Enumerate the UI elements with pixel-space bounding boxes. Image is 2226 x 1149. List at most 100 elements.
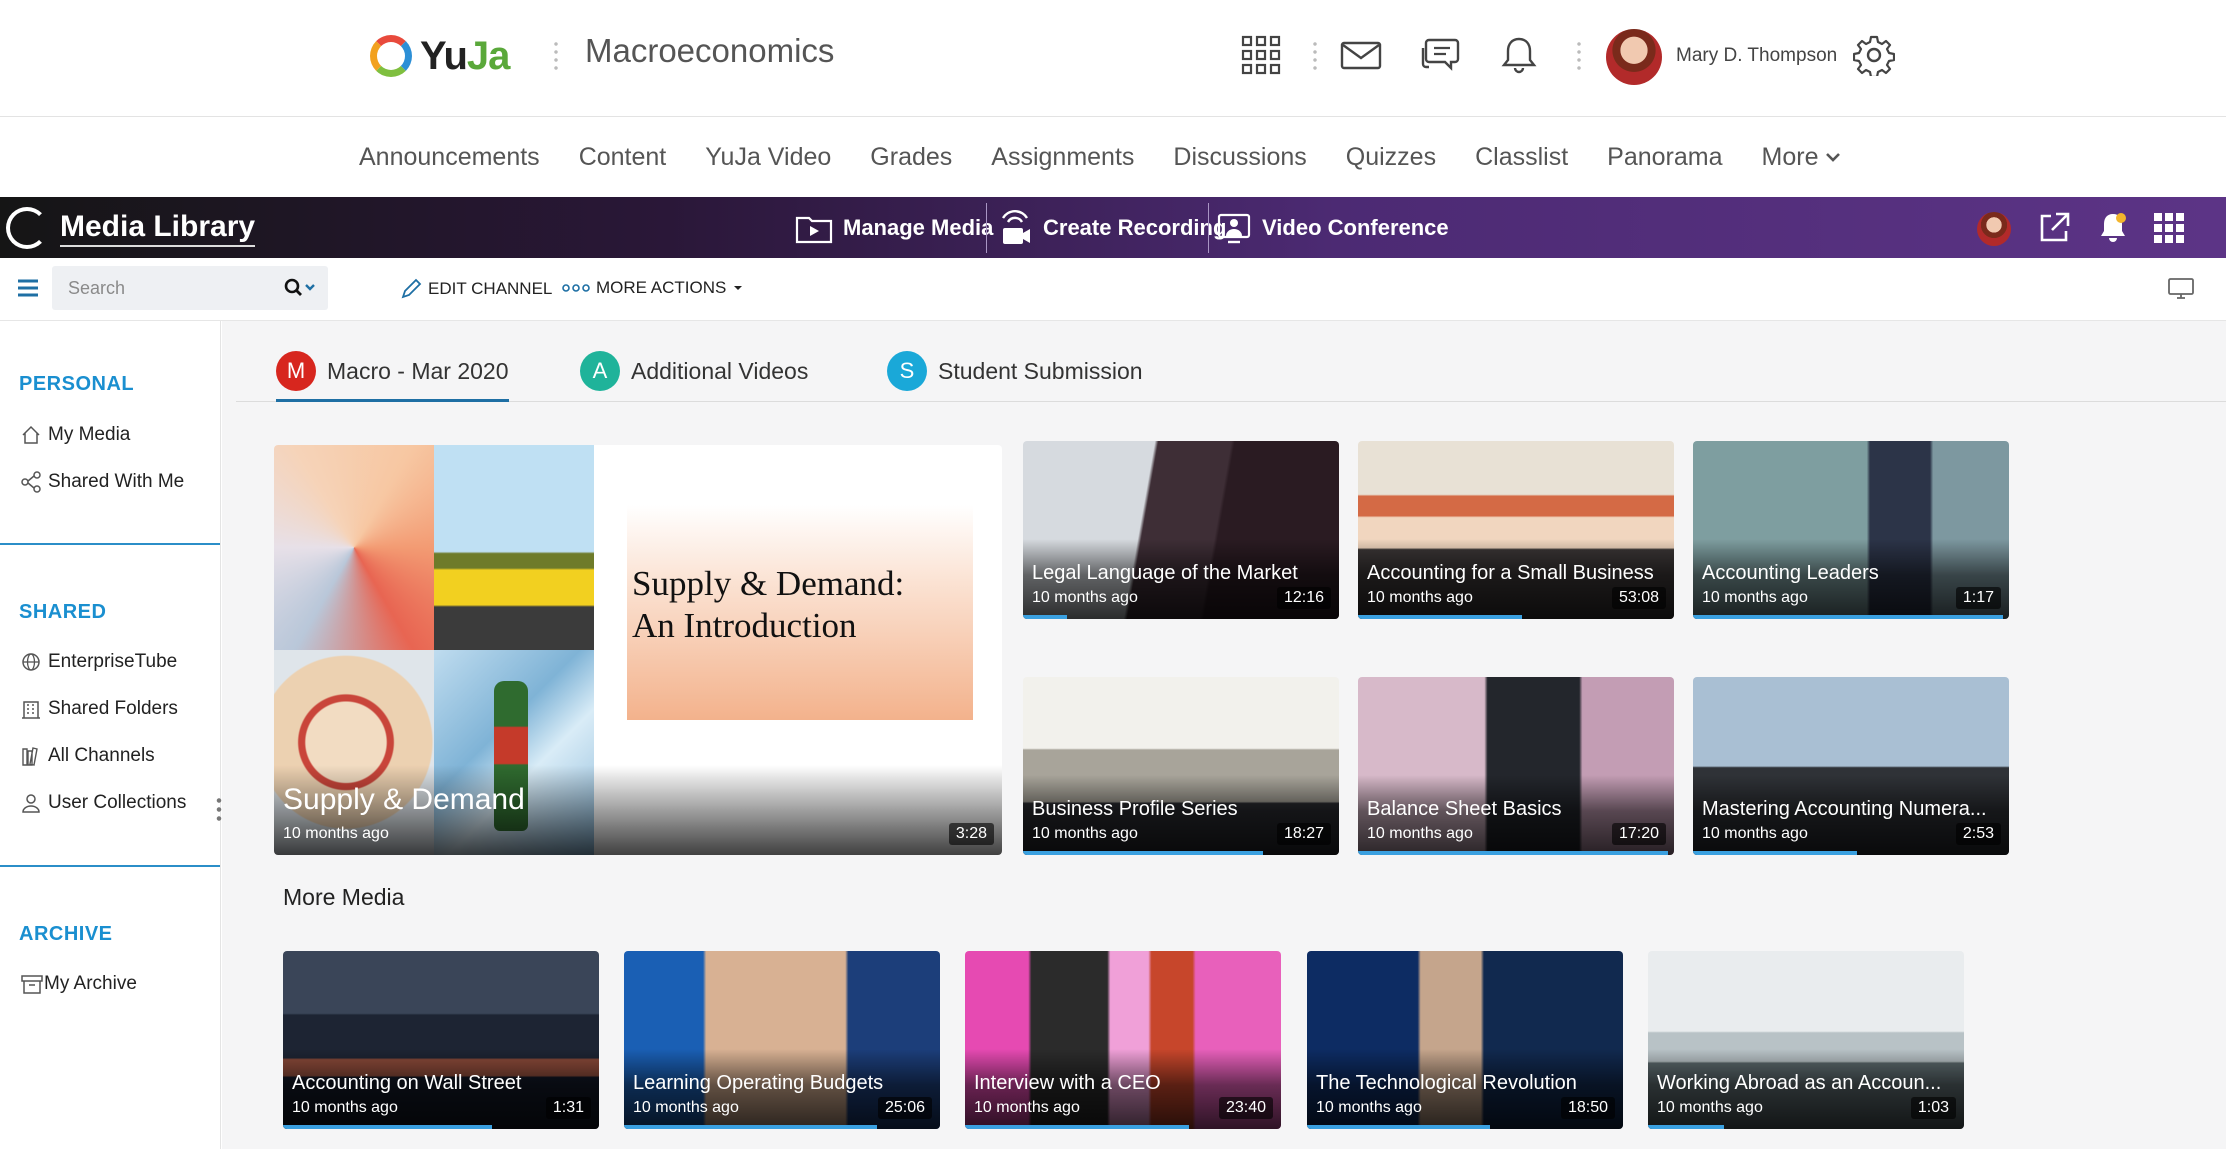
yuja-user-avatar[interactable]	[1977, 212, 2011, 246]
sidebar-item-my-archive[interactable]: My Archive	[20, 973, 137, 995]
tab-label: Macro - Mar 2020	[327, 357, 509, 384]
more-media-heading: More Media	[283, 884, 405, 910]
hamburger-menu-icon[interactable]	[17, 278, 39, 298]
sidebar-item-my-media[interactable]: My Media	[20, 424, 130, 446]
nav-content[interactable]: Content	[579, 143, 667, 172]
nav-panorama[interactable]: Panorama	[1607, 143, 1722, 172]
video-card[interactable]: Learning Operating Budgets 10 months ago…	[624, 951, 940, 1129]
video-title: Interview with a CEO	[974, 1072, 1161, 1094]
create-recording-button[interactable]: Create Recording	[997, 197, 1226, 258]
sidebar-heading-archive: ARCHIVE	[19, 923, 113, 945]
nav-more-label: More	[1761, 142, 1819, 171]
video-duration: 18:27	[1276, 823, 1331, 845]
video-card[interactable]: Balance Sheet Basics 10 months ago 17:20	[1358, 677, 1674, 855]
video-conference-label: Video Conference	[1262, 214, 1449, 240]
tab-additional-videos[interactable]: A Additional Videos	[580, 341, 808, 401]
mail-icon[interactable]	[1340, 34, 1382, 76]
user-name[interactable]: Mary D. Thompson	[1676, 45, 1837, 67]
bell-icon[interactable]	[1498, 34, 1540, 76]
sidebar-item-user-collections[interactable]: User Collections	[20, 792, 186, 814]
nav-more-menu[interactable]: More	[1762, 143, 1841, 172]
watch-progress-bar	[1693, 851, 1858, 855]
yuja-logo-mark-icon	[370, 35, 412, 77]
tab-student-submission[interactable]: S Student Submission	[887, 341, 1143, 401]
video-card[interactable]: The Technological Revolution 10 months a…	[1307, 951, 1623, 1129]
video-conference-button[interactable]: Video Conference	[1216, 197, 1449, 258]
notifications-bell-icon[interactable]	[2096, 210, 2130, 244]
search-input[interactable]	[52, 266, 272, 310]
display-mode-icon[interactable]	[2168, 278, 2194, 300]
nav-discussions[interactable]: Discussions	[1173, 143, 1306, 172]
watch-progress-bar	[1648, 1125, 1724, 1129]
video-age: 10 months ago	[1702, 589, 1808, 606]
nav-quizzes[interactable]: Quizzes	[1346, 143, 1436, 172]
watch-progress-bar	[1023, 851, 1264, 855]
chat-icon[interactable]	[1419, 34, 1461, 76]
tab-macro-mar-2020[interactable]: M Macro - Mar 2020	[276, 341, 509, 402]
lms-header: YuJa Macroeconomics Mary D. Thompson	[0, 0, 2226, 117]
more-actions-label: MORE ACTIONS	[596, 278, 727, 297]
video-card[interactable]: Accounting on Wall Street 10 months ago …	[283, 951, 599, 1129]
video-title: Business Profile Series	[1032, 798, 1238, 820]
media-toolbar: EDIT CHANNEL MORE ACTIONS	[0, 258, 2226, 321]
video-card[interactable]: Business Profile Series 10 months ago 18…	[1023, 677, 1339, 855]
watch-progress-bar	[965, 1125, 1190, 1129]
nav-yuja-video[interactable]: YuJa Video	[705, 143, 831, 172]
media-library-title[interactable]: Media Library	[60, 210, 256, 247]
video-card[interactable]: Accounting Leaders 10 months ago 1:17	[1693, 441, 2009, 619]
video-age: 10 months ago	[1032, 589, 1138, 606]
yuja-logo[interactable]: YuJa	[370, 30, 510, 82]
tab-badge: M	[276, 351, 316, 391]
sidebar-item-label: User Collections	[48, 792, 187, 813]
yuja-media-bar: Media Library Manage Media Create Record…	[0, 197, 2226, 258]
sidebar-item-enterprisetube[interactable]: EnterpriseTube	[20, 651, 177, 673]
video-age: 10 months ago	[1367, 825, 1473, 842]
video-duration: 53:08	[1611, 587, 1666, 609]
video-card[interactable]: Interview with a CEO 10 months ago 23:40	[965, 951, 1281, 1129]
manage-media-button[interactable]: Manage Media	[795, 197, 993, 258]
video-title: Supply & Demand	[283, 783, 525, 816]
watch-progress-bar	[1307, 1125, 1491, 1129]
watch-progress-bar	[283, 1125, 492, 1129]
video-conference-icon	[1217, 213, 1251, 243]
nav-assignments[interactable]: Assignments	[991, 143, 1134, 172]
channel-tabs: M Macro - Mar 2020 A Additional Videos S…	[236, 341, 2226, 402]
sidebar-divider	[0, 543, 220, 545]
header-divider	[1577, 40, 1581, 74]
open-external-icon[interactable]	[2037, 211, 2071, 245]
video-card[interactable]: Mastering Accounting Numera... 10 months…	[1693, 677, 2009, 855]
tab-badge: S	[887, 351, 927, 391]
caret-down-icon	[734, 286, 743, 290]
sidebar-item-all-channels[interactable]: All Channels	[20, 745, 155, 767]
sidebar-item-shared-with-me[interactable]: Shared With Me	[20, 471, 184, 493]
edit-channel-label: EDIT CHANNEL	[428, 279, 553, 298]
video-duration: 1:17	[1955, 587, 2001, 609]
sidebar-item-shared-folders[interactable]: Shared Folders	[20, 698, 178, 720]
video-age: 10 months ago	[1032, 825, 1138, 842]
video-card[interactable]: Working Abroad as an Accoun... 10 months…	[1648, 951, 1964, 1129]
nav-grades[interactable]: Grades	[870, 143, 952, 172]
header-divider	[1313, 40, 1317, 74]
app-grid-icon[interactable]	[1240, 34, 1282, 76]
archive-box-icon	[21, 975, 43, 994]
apps-grid-icon[interactable]	[2153, 212, 2185, 244]
more-actions-menu[interactable]: MORE ACTIONS	[562, 278, 744, 298]
search-icon[interactable]	[284, 278, 316, 298]
video-duration: 25:06	[877, 1097, 932, 1119]
nav-classlist[interactable]: Classlist	[1475, 143, 1568, 172]
video-card[interactable]: Legal Language of the Market 10 months a…	[1023, 441, 1339, 619]
slide-title-line: Supply & Demand:	[632, 564, 905, 603]
course-title[interactable]: Macroeconomics	[585, 32, 834, 70]
watch-progress-bar	[624, 1125, 877, 1129]
user-avatar[interactable]	[1606, 29, 1662, 85]
video-card[interactable]: Accounting for a Small Business 10 month…	[1358, 441, 1674, 619]
settings-gear-icon[interactable]	[1853, 34, 1895, 76]
featured-video-card[interactable]: Supply & Demand: An Introduction Supply …	[274, 445, 1002, 855]
tab-label: Student Submission	[938, 357, 1143, 384]
slide-title-line: An Introduction	[632, 606, 857, 645]
video-duration: 23:40	[1218, 1097, 1273, 1119]
yuja-logo-text: YuJa	[420, 33, 510, 78]
nav-announcements[interactable]: Announcements	[359, 143, 540, 172]
video-duration: 1:31	[545, 1097, 591, 1119]
edit-channel-button[interactable]: EDIT CHANNEL	[400, 278, 552, 300]
